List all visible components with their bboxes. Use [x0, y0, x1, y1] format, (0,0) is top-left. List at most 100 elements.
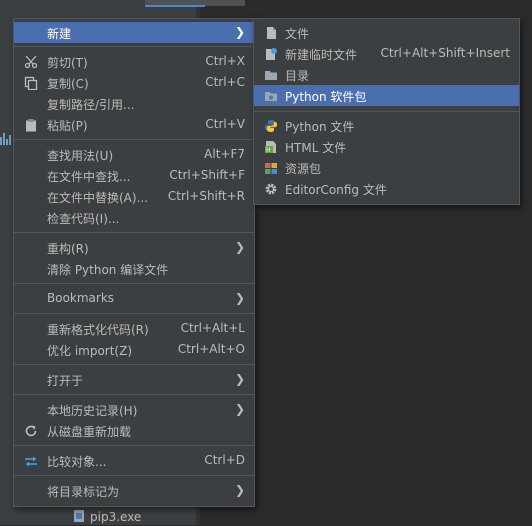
menu-item-label: 重构(R) [47, 242, 89, 256]
submenu-item-scratch-file[interactable]: 新建临时文件 Ctrl+Alt+Shift+Insert [254, 43, 519, 64]
compare-icon [23, 453, 38, 468]
menu-item-label: 从磁盘重新加载 [47, 425, 132, 439]
menu-item-label: 比较对象... [47, 455, 107, 469]
tree-item-label: pip3.exe [90, 510, 142, 524]
menu-item-label: 清除 Python 编译文件 [47, 263, 169, 277]
menu-item-bookmarks[interactable]: Bookmarks ❯ [14, 288, 254, 309]
menu-separator [14, 139, 254, 140]
submenu-item-python-file[interactable]: Python 文件 [254, 115, 519, 136]
menu-item-paste[interactable]: 粘贴(P) Ctrl+V [14, 114, 254, 135]
refresh-icon [23, 423, 38, 438]
python-package-icon [263, 88, 278, 103]
menu-item-shortcut: Ctrl+D [204, 453, 245, 467]
submenu-item-python-package[interactable]: Python 软件包 [254, 85, 519, 106]
menu-item-label: 新建临时文件 [285, 48, 358, 62]
menu-item-label: 复制路径/引用... [47, 98, 135, 112]
menu-item-shortcut: Ctrl+V [205, 117, 245, 131]
submenu-item-directory[interactable]: 目录 [254, 64, 519, 85]
menu-item-label: 目录 [285, 69, 310, 83]
resource-bundle-icon [263, 160, 278, 175]
menu-item-find-usages[interactable]: 查找用法(U) Alt+F7 [14, 144, 254, 165]
menu-item-label: EditorConfig 文件 [285, 183, 387, 197]
menu-item-label: 重新格式化代码(R) [47, 323, 149, 337]
menu-item-shortcut: Ctrl+Shift+F [169, 168, 245, 182]
new-submenu: 文件 新建临时文件 Ctrl+Alt+Shift+Insert 目录 Pytho… [253, 18, 520, 205]
menu-item-shortcut: Alt+F7 [204, 147, 245, 161]
menu-item-label: Bookmarks [47, 291, 115, 305]
menu-item-mark-directory-as[interactable]: 将目录标记为 ❯ [14, 480, 254, 501]
menu-item-reload-from-disk[interactable]: 从磁盘重新加载 [14, 420, 254, 441]
menu-item-label: 在文件中替换(A)... [47, 191, 149, 205]
menu-item-label: 将目录标记为 [47, 485, 120, 499]
svg-text:H: H [266, 147, 271, 154]
active-tab-indicator [145, 5, 205, 7]
menu-item-replace-in-files[interactable]: 在文件中替换(A)... Ctrl+Shift+R [14, 186, 254, 207]
submenu-item-html-file[interactable]: H HTML 文件 [254, 136, 519, 157]
menu-item-label: 查找用法(U) [47, 149, 114, 163]
menu-separator [14, 232, 254, 233]
chevron-right-icon: ❯ [234, 25, 246, 39]
html-file-icon: H [263, 139, 278, 154]
menu-separator [14, 46, 254, 47]
structure-bars-icon [0, 125, 14, 145]
chevron-right-icon: ❯ [234, 372, 246, 386]
menu-separator [14, 475, 254, 476]
menu-item-shortcut: Ctrl+Alt+Shift+Insert [380, 46, 510, 60]
menu-separator [14, 394, 254, 395]
menu-separator [14, 313, 254, 314]
menu-item-label: HTML 文件 [285, 141, 347, 155]
menu-item-label: 新建 [47, 27, 72, 41]
menu-item-shortcut: Ctrl+C [205, 75, 245, 89]
menu-item-shortcut: Ctrl+Alt+L [180, 321, 245, 335]
copy-icon [23, 75, 38, 90]
chevron-right-icon: ❯ [234, 291, 246, 305]
gear-icon [263, 181, 278, 196]
menu-item-reformat-code[interactable]: 重新格式化代码(R) Ctrl+Alt+L [14, 318, 254, 339]
menu-item-cut[interactable]: 剪切(T) Ctrl+X [14, 51, 254, 72]
menu-item-label: Python 文件 [285, 120, 355, 134]
chevron-right-icon: ❯ [234, 240, 246, 254]
menu-item-compare-with[interactable]: 比较对象... Ctrl+D [14, 450, 254, 471]
menu-item-refactor[interactable]: 重构(R) ❯ [14, 237, 254, 258]
menu-item-label: 粘贴(P) [47, 119, 88, 133]
folder-icon [263, 67, 278, 82]
menu-separator [14, 283, 254, 284]
menu-item-new[interactable]: 新建 ❯ [14, 22, 254, 43]
menu-item-open-in[interactable]: 打开于 ❯ [14, 369, 254, 390]
menu-item-local-history[interactable]: 本地历史记录(H) ❯ [14, 399, 254, 420]
menu-item-shortcut: Ctrl+X [205, 54, 245, 68]
menu-item-clean-python[interactable]: 清除 Python 编译文件 [14, 258, 254, 279]
submenu-item-resource-bundle[interactable]: 资源包 [254, 157, 519, 178]
menu-item-shortcut: Ctrl+Alt+O [177, 342, 245, 356]
menu-item-label: Python 软件包 [285, 90, 367, 104]
menu-item-label: 复制(C) [47, 77, 89, 91]
submenu-item-file[interactable]: 文件 [254, 22, 519, 43]
menu-item-optimize-imports[interactable]: 优化 import(Z) Ctrl+Alt+O [14, 339, 254, 360]
menu-separator [14, 364, 254, 365]
python-icon [263, 118, 278, 133]
menu-item-label: 在文件中查找... [47, 170, 131, 184]
chevron-right-icon: ❯ [234, 483, 246, 497]
menu-item-copy[interactable]: 复制(C) Ctrl+C [14, 72, 254, 93]
scratch-file-icon [263, 46, 278, 61]
menu-item-copy-path[interactable]: 复制路径/引用... [14, 93, 254, 114]
tree-item-pip3[interactable]: pip3.exe [72, 509, 141, 525]
menu-item-label: 文件 [285, 27, 310, 41]
menu-separator [14, 445, 254, 446]
clipboard-icon [23, 117, 38, 132]
python-file-icon [72, 509, 86, 526]
menu-item-find-in-files[interactable]: 在文件中查找... Ctrl+Shift+F [14, 165, 254, 186]
menu-item-inspect-code[interactable]: 检查代码(I)... [14, 207, 254, 228]
menu-item-label: 资源包 [285, 162, 322, 176]
chevron-right-icon: ❯ [234, 402, 246, 416]
menu-item-label: 检查代码(I)... [47, 212, 120, 226]
menu-item-label: 优化 import(Z) [47, 344, 133, 358]
menu-item-label: 本地历史记录(H) [47, 404, 138, 418]
menu-item-shortcut: Ctrl+Shift+R [167, 189, 245, 203]
submenu-item-editorconfig[interactable]: EditorConfig 文件 [254, 178, 519, 199]
file-icon [263, 25, 278, 40]
menu-separator [254, 111, 519, 112]
menu-item-label: 剪切(T) [47, 56, 88, 70]
scissors-icon [23, 54, 38, 69]
context-menu: 新建 ❯ 剪切(T) Ctrl+X 复制(C) Ctrl+C 复制路径/引用..… [13, 18, 255, 507]
